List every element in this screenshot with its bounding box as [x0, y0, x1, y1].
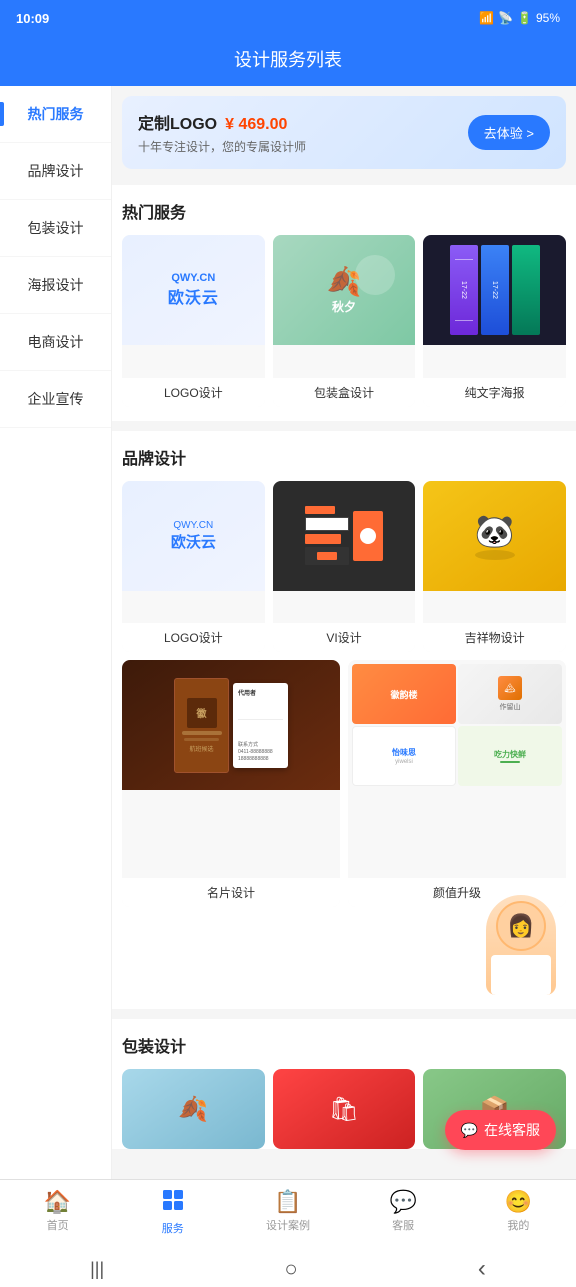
promo-banner[interactable]: 定制LOGO ¥ 469.00 十年专注设计，您的专属设计师 去体验 > [122, 96, 566, 169]
banner-subtitle: 十年专注设计，您的专属设计师 [138, 138, 306, 155]
services-icon [161, 1188, 185, 1216]
wifi-icon: 📡 [498, 11, 513, 25]
hot-packaging-card[interactable]: 🍂 秋夕 包装盒设计 [273, 235, 416, 407]
brand-vi-label: VI设计 [273, 623, 416, 652]
status-time: 10:09 [16, 11, 49, 26]
brand-design-section: 品牌设计 QWY.CN 欧沃云 LOGO设计 [112, 431, 576, 1010]
brand-value-card[interactable]: 徽韵楼 🏔 作留山 怡味思 yiwelsi 吃力快鲜 [348, 660, 566, 907]
nav-profile[interactable]: 😊 我的 [493, 1191, 543, 1233]
nav-home-label: 首页 [47, 1217, 69, 1233]
brand-mascot-label: 吉祥物设计 [423, 623, 566, 652]
brand-logo-card[interactable]: QWY.CN 欧沃云 LOGO设计 [122, 481, 265, 653]
brand-vi-card[interactable]: VI设计 [273, 481, 416, 653]
hot-services-section: 热门服务 QWY.CN 欧沃云 LOGO设计 [112, 185, 576, 421]
service-person-area: 👩 [122, 915, 566, 995]
brand-row2-grid: 徽 航班候选 代用者 联系方式0411-8888888818888888888 [122, 660, 566, 907]
packaging-bag-card[interactable]: 🍂 [122, 1069, 265, 1149]
home-icon: 🏠 [44, 1191, 71, 1213]
hot-poster-label: 纯文字海报 [423, 378, 566, 407]
cases-icon: 📋 [274, 1191, 301, 1213]
bottom-nav: 🏠 首页 服务 📋 设计案例 💬 客服 😊 我的 [0, 1179, 576, 1251]
page-header: 设计服务列表 [0, 36, 576, 86]
status-bar: 10:09 📶 📡 🔋 95% [0, 0, 576, 36]
battery-icon: 🔋 [517, 11, 532, 25]
nav-customer-label: 客服 [392, 1217, 414, 1233]
sidebar-item-brand[interactable]: 品牌设计 [0, 143, 111, 200]
banner-info: 定制LOGO ¥ 469.00 十年专注设计，您的专属设计师 [138, 110, 306, 155]
banner-cta-button[interactable]: 去体验 > [468, 115, 550, 150]
sidebar: 热门服务 品牌设计 包装设计 海报设计 电商设计 企业宣传 [0, 86, 112, 1179]
hot-services-title: 热门服务 [122, 199, 566, 223]
brand-row1-grid: QWY.CN 欧沃云 LOGO设计 [122, 481, 566, 653]
packaging-title: 包装设计 [122, 1033, 566, 1057]
hot-poster-card[interactable]: 17-22 17-22 纯文字海报 [423, 235, 566, 407]
sidebar-item-packaging[interactable]: 包装设计 [0, 200, 111, 257]
nav-cases[interactable]: 📋 设计案例 [263, 1191, 313, 1233]
page-title: 设计服务列表 [234, 50, 342, 70]
battery-percent: 95% [536, 11, 560, 25]
hot-logo-label: LOGO设计 [122, 378, 265, 407]
status-icons: 📶 📡 🔋 95% [479, 11, 560, 25]
signal-icon: 📶 [479, 11, 494, 25]
hot-packaging-label: 包装盒设计 [273, 378, 416, 407]
sidebar-item-hot[interactable]: 热门服务 [0, 86, 111, 143]
brand-logo-label: LOGO设计 [122, 623, 265, 652]
packaging-bag-img: 🍂 [122, 1069, 265, 1149]
brand-namecard-card[interactable]: 徽 航班候选 代用者 联系方式0411-8888888818888888888 [122, 660, 340, 907]
brand-design-title: 品牌设计 [122, 445, 566, 469]
packaging-giftbag-card[interactable]: 🛍 [273, 1069, 416, 1149]
brand-mascot-card[interactable]: 🐼 吉祥物设计 [423, 481, 566, 653]
banner-title: 定制LOGO [138, 110, 217, 134]
customer-icon: 💬 [389, 1191, 416, 1213]
banner-price: ¥ 469.00 [225, 116, 287, 134]
recents-button[interactable]: ||| [90, 1259, 104, 1280]
sidebar-item-ecommerce[interactable]: 电商设计 [0, 314, 111, 371]
service-avatar-container: 👩 [476, 885, 566, 995]
online-service-button[interactable]: 💬 在线客服 [445, 1110, 556, 1150]
sidebar-item-enterprise[interactable]: 企业宣传 [0, 371, 111, 428]
content-area[interactable]: 定制LOGO ¥ 469.00 十年专注设计，您的专属设计师 去体验 > 热门服… [112, 86, 576, 1179]
nav-customer[interactable]: 💬 客服 [378, 1191, 428, 1233]
nav-profile-label: 我的 [507, 1217, 529, 1233]
nav-services[interactable]: 服务 [148, 1188, 198, 1236]
back-button[interactable]: ‹ [478, 1255, 486, 1283]
main-layout: 热门服务 品牌设计 包装设计 海报设计 电商设计 企业宣传 定制LOGO ¥ 4… [0, 86, 576, 1179]
chat-icon: 💬 [461, 1122, 478, 1139]
profile-icon: 😊 [505, 1191, 532, 1213]
hot-logo-card[interactable]: QWY.CN 欧沃云 LOGO设计 [122, 235, 265, 407]
online-service-label: 在线客服 [484, 1120, 540, 1140]
nav-home[interactable]: 🏠 首页 [33, 1191, 83, 1233]
nav-cases-label: 设计案例 [266, 1217, 310, 1233]
packaging-giftbag-img: 🛍 [273, 1069, 416, 1149]
system-nav: ||| ○ ‹ [0, 1251, 576, 1287]
hot-services-grid: QWY.CN 欧沃云 LOGO设计 🍂 [122, 235, 566, 407]
home-button[interactable]: ○ [284, 1256, 297, 1282]
nav-services-label: 服务 [162, 1220, 184, 1236]
brand-namecard-label: 名片设计 [122, 878, 340, 907]
sidebar-item-poster[interactable]: 海报设计 [0, 257, 111, 314]
